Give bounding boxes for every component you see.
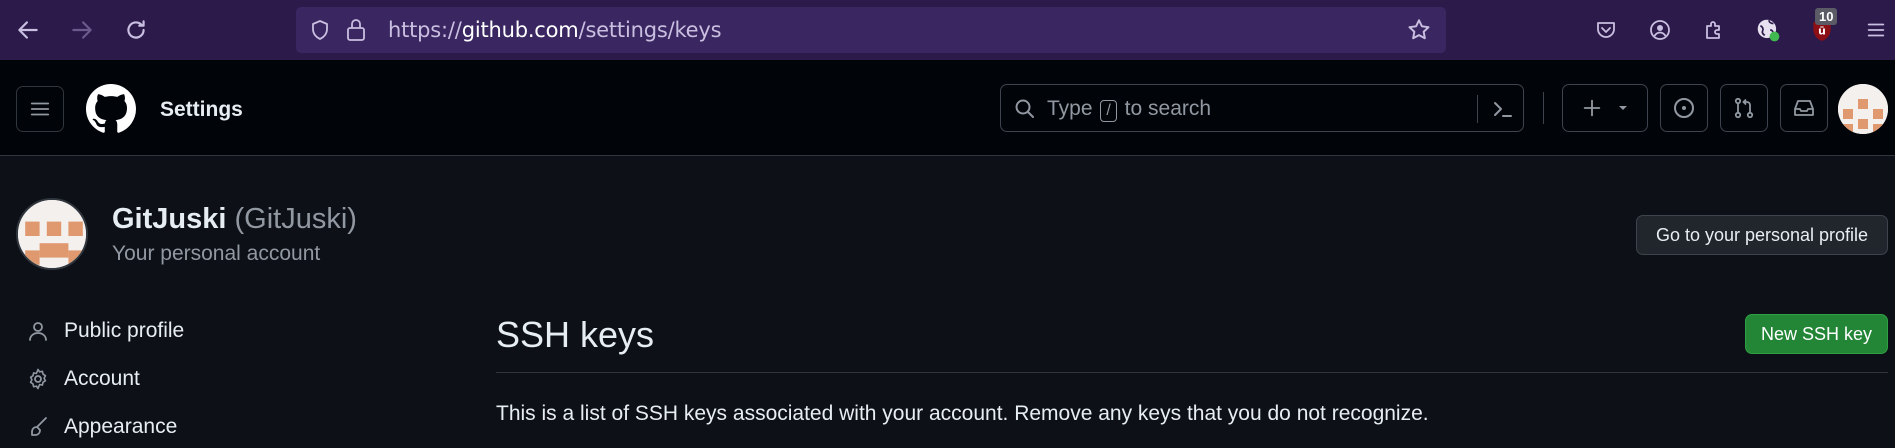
browser-toolbar: https://github.com/settings/keys ū 10: [0, 0, 1895, 60]
display-name: GitJuski: [112, 203, 227, 235]
sidebar-item-public-profile[interactable]: Public profile: [26, 311, 184, 351]
search-divider: [1477, 95, 1478, 123]
search-placeholder: Type / to search: [1047, 97, 1212, 122]
page-context-title[interactable]: Settings: [160, 98, 243, 122]
sidebar-item-label: Account: [64, 367, 140, 390]
pocket-button[interactable]: [1588, 12, 1624, 48]
bookmark-star-icon[interactable]: [1406, 17, 1432, 43]
browser-menu-button[interactable]: [1858, 12, 1894, 48]
person-icon: [29, 322, 47, 341]
account-circle-icon: [1650, 20, 1670, 40]
github-logo[interactable]: [86, 84, 136, 139]
identicon: [18, 200, 86, 268]
login-name: (GitJuski): [234, 203, 357, 235]
global-nav-button[interactable]: [16, 86, 64, 132]
inbox-button[interactable]: [1780, 84, 1828, 132]
shield-icon[interactable]: [308, 18, 332, 42]
github-mark-icon: [86, 84, 136, 133]
svg-text:ū: ū: [1818, 24, 1826, 37]
github-header: Settings Type / to search: [0, 60, 1895, 156]
paintbrush-icon: [31, 417, 47, 436]
go-to-profile-button[interactable]: Go to your personal profile: [1636, 215, 1888, 255]
url-bar[interactable]: https://github.com/settings/keys: [296, 7, 1446, 53]
three-bars-icon: [30, 102, 50, 116]
plus-icon: [1583, 99, 1601, 117]
triangle-down-icon: [1619, 106, 1627, 110]
gear-icon: [29, 368, 47, 390]
extension-badge: 10: [1815, 8, 1838, 25]
command-palette-icon[interactable]: [1491, 97, 1515, 121]
inbox-icon: [1794, 100, 1814, 116]
title-divider: [496, 372, 1888, 373]
git-pull-request-icon: [1734, 97, 1754, 119]
arrow-left-icon: [18, 21, 38, 39]
account-button[interactable]: [1642, 12, 1678, 48]
issues-button[interactable]: [1660, 84, 1708, 132]
create-new-button[interactable]: [1562, 84, 1648, 132]
sidebar-item-appearance[interactable]: Appearance: [26, 407, 177, 447]
forward-button[interactable]: [64, 12, 100, 48]
arrow-right-icon: [72, 21, 92, 39]
search-input[interactable]: Type / to search: [1000, 84, 1524, 132]
pocket-icon: [1597, 22, 1615, 38]
reload-button[interactable]: [118, 12, 154, 48]
issue-opened-icon: [1674, 98, 1694, 118]
sidebar-item-label: Appearance: [64, 415, 178, 438]
extensions-button[interactable]: [1696, 12, 1732, 48]
profile-avatar[interactable]: [16, 198, 88, 270]
page-title: SSH keys: [496, 314, 655, 355]
globe-icon: [1757, 19, 1780, 42]
search-icon: [1015, 99, 1034, 118]
reload-icon: [127, 20, 145, 39]
back-button[interactable]: [10, 12, 46, 48]
lock-icon[interactable]: [344, 17, 368, 43]
new-ssh-key-button[interactable]: New SSH key: [1745, 314, 1888, 354]
profile-subtitle: Your personal account: [112, 242, 321, 265]
sidebar-item-account[interactable]: Account: [26, 359, 140, 399]
profile-name[interactable]: GitJuski (GitJuski): [112, 203, 357, 236]
identicon: [1838, 84, 1888, 134]
pull-requests-button[interactable]: [1720, 84, 1768, 132]
search-shortcut-key: /: [1100, 100, 1117, 122]
user-avatar[interactable]: [1838, 84, 1888, 134]
puzzle-icon: [1706, 21, 1720, 39]
header-divider: [1543, 92, 1544, 124]
sidebar-item-label: Public profile: [64, 319, 185, 342]
menu-icon: [1867, 23, 1885, 37]
globe-extension-button[interactable]: [1750, 12, 1786, 48]
page-description: This is a list of SSH keys associated wi…: [496, 402, 1429, 425]
url-text[interactable]: https://github.com/settings/keys: [388, 18, 722, 42]
